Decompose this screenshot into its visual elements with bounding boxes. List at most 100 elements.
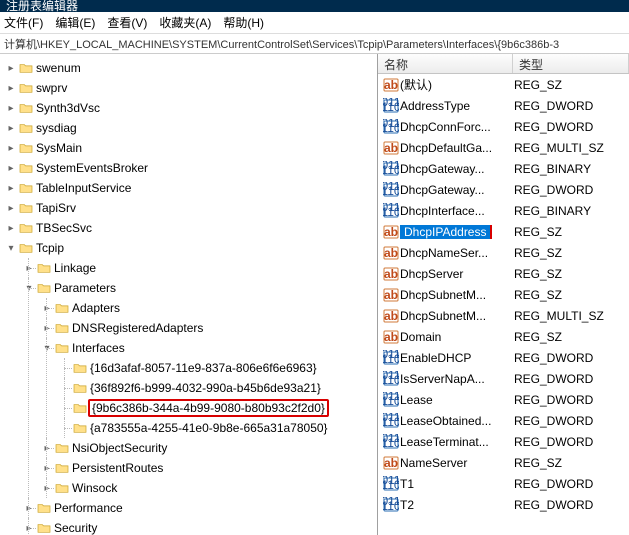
- value-type: REG_SZ: [514, 456, 629, 470]
- chevron-down-icon[interactable]: ▾: [22, 283, 36, 294]
- tree-item[interactable]: {9b6c386b-344a-4b99-9080-b80b93c2f2d0}: [58, 398, 377, 418]
- tree-item[interactable]: {36f892f6-b999-4032-990a-b45b6de93a21}: [58, 378, 377, 398]
- tree-item[interactable]: ▸ DNSRegisteredAdapters: [40, 318, 377, 338]
- tree-item[interactable]: {16d3afaf-8057-11e9-837a-806e6f6e6963}: [58, 358, 377, 378]
- tree-item[interactable]: ▸Security: [22, 518, 377, 535]
- chevron-right-icon[interactable]: ▸: [4, 83, 18, 94]
- tree-item-label: {a783555a-4255-41e0-9b8e-665a31a78050}: [90, 421, 328, 435]
- menu-view[interactable]: 查看(V): [107, 14, 147, 31]
- value-row[interactable]: 011110IsServerNapA...REG_DWORD: [378, 368, 629, 389]
- folder-icon: [54, 301, 70, 315]
- binary-value-icon: 011110: [382, 371, 400, 387]
- col-type[interactable]: 类型: [513, 54, 629, 73]
- value-row[interactable]: 011110DhcpGateway...REG_BINARY: [378, 158, 629, 179]
- value-name: AddressType: [400, 99, 514, 113]
- folder-icon: [36, 501, 52, 515]
- value-row[interactable]: 011110LeaseObtained...REG_DWORD: [378, 410, 629, 431]
- chevron-right-icon[interactable]: ▸: [22, 503, 36, 514]
- tree-item[interactable]: ▸TBSecSvc: [4, 218, 377, 238]
- value-row[interactable]: abDhcpServerREG_SZ: [378, 263, 629, 284]
- menu-favorites[interactable]: 收藏夹(A): [159, 14, 211, 31]
- col-name[interactable]: 名称: [378, 54, 513, 73]
- value-row[interactable]: abDhcpSubnetM...REG_MULTI_SZ: [378, 305, 629, 326]
- chevron-right-icon[interactable]: ▸: [4, 163, 18, 174]
- chevron-right-icon[interactable]: ▸: [4, 223, 18, 234]
- value-name: DhcpGateway...: [400, 183, 514, 197]
- chevron-right-icon[interactable]: ▸: [4, 123, 18, 134]
- value-row[interactable]: abDhcpDefaultGa...REG_MULTI_SZ: [378, 137, 629, 158]
- svg-text:110: 110: [383, 373, 399, 387]
- address-bar[interactable]: 计算机\HKEY_LOCAL_MACHINE\SYSTEM\CurrentCon…: [0, 34, 629, 54]
- tree-item[interactable]: {a783555a-4255-41e0-9b8e-665a31a78050}: [58, 418, 377, 438]
- value-row[interactable]: abDhcpIPAddressREG_SZ: [378, 221, 629, 242]
- value-name: LeaseObtained...: [400, 414, 514, 428]
- menu-file[interactable]: 文件(F): [4, 14, 43, 31]
- tree-item[interactable]: ▸SystemEventsBroker: [4, 158, 377, 178]
- chevron-right-icon[interactable]: ▸: [4, 103, 18, 114]
- tree-item[interactable]: ▸Synth3dVsc: [4, 98, 377, 118]
- chevron-right-icon[interactable]: ▸: [40, 463, 54, 474]
- chevron-right-icon[interactable]: ▸: [40, 443, 54, 454]
- menu-edit[interactable]: 编辑(E): [55, 14, 95, 31]
- values-pane[interactable]: 名称 类型 ab(默认)REG_SZ011110AddressTypeREG_D…: [378, 54, 629, 535]
- tree-item-label: Performance: [54, 501, 123, 515]
- value-row[interactable]: 011110DhcpConnForc...REG_DWORD: [378, 116, 629, 137]
- value-name: T2: [400, 498, 514, 512]
- value-row[interactable]: abNameServerREG_SZ: [378, 452, 629, 473]
- binary-value-icon: 011110: [382, 182, 400, 198]
- tree-item[interactable]: ▸TableInputService: [4, 178, 377, 198]
- folder-icon: [18, 201, 34, 215]
- value-row[interactable]: abDhcpNameSer...REG_SZ: [378, 242, 629, 263]
- string-value-icon: ab: [382, 140, 400, 156]
- title-bar: 注册表编辑器: [0, 0, 629, 12]
- value-row[interactable]: 011110LeaseREG_DWORD: [378, 389, 629, 410]
- tree-item[interactable]: ▾Interfaces: [40, 338, 377, 358]
- folder-icon: [54, 441, 70, 455]
- string-value-icon: ab: [382, 245, 400, 261]
- chevron-right-icon[interactable]: ▸: [40, 303, 54, 314]
- tree-item[interactable]: ▸Adapters: [40, 298, 377, 318]
- chevron-right-icon[interactable]: ▸: [4, 203, 18, 214]
- tree-item[interactable]: ▸Linkage: [22, 258, 377, 278]
- chevron-down-icon[interactable]: ▾: [40, 343, 54, 354]
- tree-item[interactable]: ▾Parameters: [22, 278, 377, 298]
- value-row[interactable]: 011110T1REG_DWORD: [378, 473, 629, 494]
- value-row[interactable]: 011110DhcpGateway...REG_DWORD: [378, 179, 629, 200]
- value-row[interactable]: 011110LeaseTerminat...REG_DWORD: [378, 431, 629, 452]
- tree-item-label: DNSRegisteredAdapters: [72, 321, 203, 335]
- value-type: REG_DWORD: [514, 498, 629, 512]
- tree-item[interactable]: ▾Tcpip: [4, 238, 377, 258]
- menu-help[interactable]: 帮助(H): [223, 14, 264, 31]
- tree-item[interactable]: ▸ Performance: [22, 498, 377, 518]
- chevron-right-icon[interactable]: ▸: [4, 183, 18, 194]
- tree-item[interactable]: ▸NsiObjectSecurity: [40, 438, 377, 458]
- value-row[interactable]: ab(默认)REG_SZ: [378, 74, 629, 95]
- tree-item[interactable]: ▸sysdiag: [4, 118, 377, 138]
- chevron-right-icon[interactable]: ▸: [22, 263, 36, 274]
- chevron-right-icon[interactable]: ▸: [22, 523, 36, 534]
- binary-value-icon: 011110: [382, 497, 400, 513]
- tree-item[interactable]: ▸swprv: [4, 78, 377, 98]
- tree-item-label: {16d3afaf-8057-11e9-837a-806e6f6e6963}: [90, 361, 317, 375]
- tree-item-label: Winsock: [72, 481, 117, 495]
- tree-item[interactable]: ▸PersistentRoutes: [40, 458, 377, 478]
- value-row[interactable]: 011110DhcpInterface...REG_BINARY: [378, 200, 629, 221]
- chevron-right-icon[interactable]: ▸: [40, 323, 54, 334]
- chevron-right-icon[interactable]: ▸: [4, 63, 18, 74]
- tree-item[interactable]: ▸TapiSrv: [4, 198, 377, 218]
- value-row[interactable]: 011110EnableDHCPREG_DWORD: [378, 347, 629, 368]
- value-type: REG_BINARY: [514, 204, 629, 218]
- value-row[interactable]: 011110T2REG_DWORD: [378, 494, 629, 515]
- chevron-right-icon[interactable]: ▸: [4, 143, 18, 154]
- chevron-down-icon[interactable]: ▾: [4, 243, 18, 254]
- tree-item[interactable]: ▸ Winsock: [40, 478, 377, 498]
- value-row[interactable]: abDhcpSubnetM...REG_SZ: [378, 284, 629, 305]
- tree-pane[interactable]: ▸swenum▸swprv▸Synth3dVsc▸sysdiag▸SysMain…: [0, 54, 378, 535]
- chevron-right-icon[interactable]: ▸: [40, 483, 54, 494]
- value-row[interactable]: abDomainREG_SZ: [378, 326, 629, 347]
- tree-item-label: {9b6c386b-344a-4b99-9080-b80b93c2f2d0}: [88, 399, 329, 417]
- binary-value-icon: 011110: [382, 434, 400, 450]
- tree-item[interactable]: ▸SysMain: [4, 138, 377, 158]
- value-row[interactable]: 011110AddressTypeREG_DWORD: [378, 95, 629, 116]
- tree-item[interactable]: ▸swenum: [4, 58, 377, 78]
